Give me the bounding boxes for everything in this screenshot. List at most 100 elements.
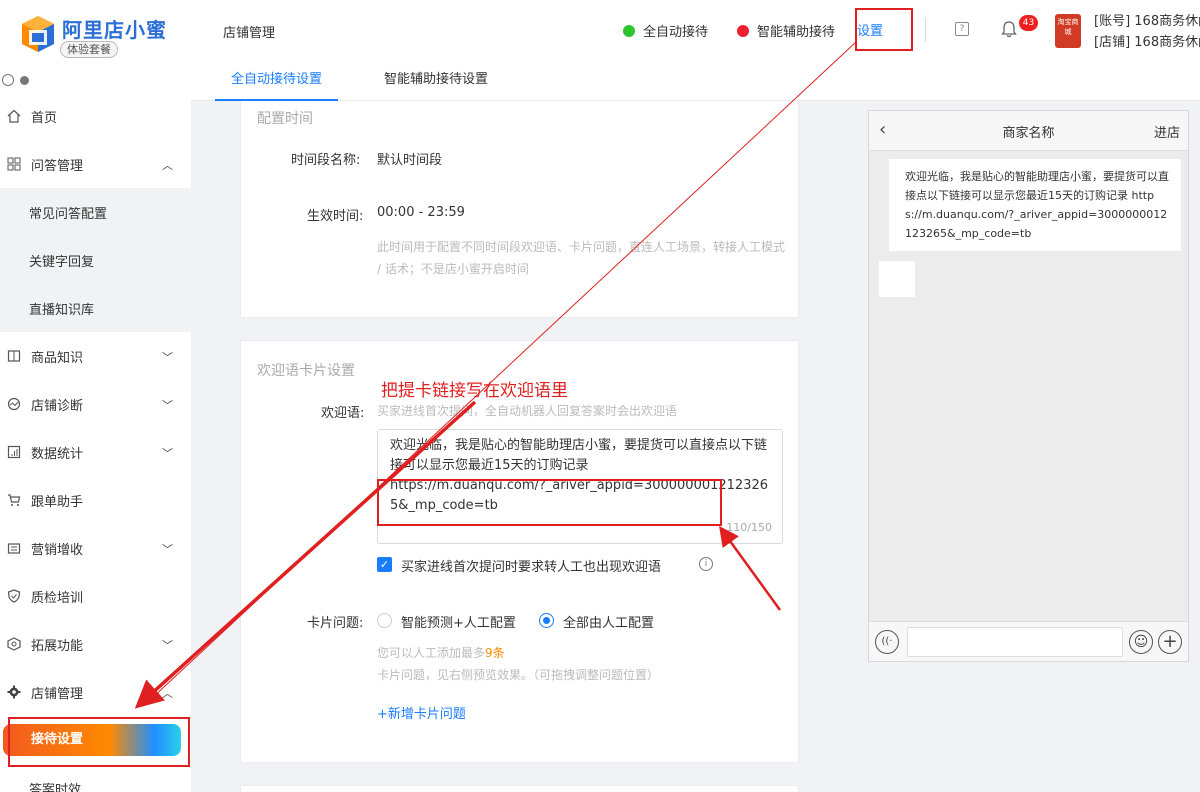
card-question-label: 卡片问题: bbox=[307, 616, 364, 631]
sidebar-item-label: 营销增收 bbox=[31, 542, 84, 558]
qa-icon bbox=[6, 156, 22, 172]
status-label: 全自动接待 bbox=[643, 25, 709, 40]
tab-auto-reception[interactable]: 全自动接待设置 bbox=[215, 60, 339, 101]
bell-icon[interactable] bbox=[1001, 20, 1017, 38]
status-label: 智能辅助接待 bbox=[757, 25, 836, 40]
dot-filled-icon[interactable] bbox=[20, 75, 29, 85]
red-status-icon bbox=[737, 24, 749, 37]
help-icon[interactable]: ? bbox=[955, 22, 969, 36]
chevron-down-icon: ﹀ bbox=[162, 543, 173, 556]
radio-all-manual[interactable] bbox=[539, 613, 554, 628]
info-icon[interactable]: i bbox=[699, 557, 713, 571]
plus-icon[interactable]: + bbox=[1158, 630, 1182, 654]
sidebar-item-label: 常见问答配置 bbox=[29, 206, 108, 222]
diagnosis-icon bbox=[6, 396, 22, 412]
card-hint-count: 9条 bbox=[485, 646, 505, 660]
sidebar-item-label: 首页 bbox=[31, 110, 58, 126]
chevron-down-icon: ﹀ bbox=[162, 639, 173, 652]
preview-message: 欢迎光临，我是贴心的智能助理店小蜜，要提货可以直接点以下链接可以显示您最近15天… bbox=[889, 159, 1181, 251]
sidebar-item-label: 拓展功能 bbox=[31, 638, 84, 654]
marketing-icon bbox=[6, 540, 22, 556]
sidebar-item-extensions[interactable]: 拓展功能 ﹀ bbox=[0, 620, 191, 668]
annotation-box-sidebar bbox=[8, 717, 190, 767]
notification-badge: 43 bbox=[1019, 15, 1038, 31]
tab-smart-reception[interactable]: 智能辅助接待设置 bbox=[368, 60, 504, 101]
sidebar: 阿里店小蜜 体验套餐 首页 问答管理 ︿ 常见问答配置 关键字回复 直播知识库 … bbox=[0, 0, 191, 792]
smart-reception-status[interactable]: 智能辅助接待 bbox=[737, 21, 835, 40]
chevron-down-icon: ﹀ bbox=[162, 399, 173, 412]
sidebar-item-label: 店铺诊断 bbox=[31, 398, 84, 414]
greeting-checkbox[interactable]: ✓ bbox=[377, 557, 392, 572]
radio-smart-predict[interactable] bbox=[377, 613, 392, 628]
sidebar-item-label: 关键字回复 bbox=[29, 254, 95, 270]
add-card-question-link[interactable]: +新增卡片问题 bbox=[377, 703, 466, 722]
time-hint: 此时间用于配置不同时间段欢迎语、卡片问题，直连人工场景，转接人工模式 / 话术；… bbox=[377, 240, 786, 276]
sidebar-item-answer-timeliness[interactable]: 答案时效 bbox=[0, 764, 191, 792]
auto-reception-status[interactable]: 全自动接待 bbox=[623, 21, 708, 40]
section-title: 配置时间 bbox=[257, 111, 313, 127]
account-info[interactable]: [账号] 168商务休闲 [店铺] 168商务休闲 bbox=[1094, 11, 1200, 53]
preview-header: ‹ 商家名称 进店 bbox=[869, 111, 1188, 151]
gear-icon bbox=[6, 684, 22, 700]
effective-time-label: 生效时间: bbox=[307, 209, 364, 224]
sidebar-item-order-assist[interactable]: 跟单助手 bbox=[0, 476, 191, 524]
voice-icon[interactable]: ((· bbox=[875, 630, 899, 654]
sidebar-item-keyword-reply[interactable]: 关键字回复 bbox=[0, 236, 191, 284]
top-header: 店铺管理 全自动接待 智能辅助接待 设置 ? 43 淘宝商城 [账号] 168商… bbox=[191, 0, 1200, 101]
sidebar-item-label: 答案时效 bbox=[29, 782, 82, 792]
sidebar-item-home[interactable]: 首页 bbox=[0, 92, 191, 140]
sidebar-item-label: 问答管理 bbox=[31, 158, 84, 174]
annotation-box-settings bbox=[855, 8, 913, 51]
time-config-card: 配置时间 时间段名称: 默认时间段 生效时间: 00:00 - 23:59 此时… bbox=[240, 101, 799, 318]
preview-card-placeholder bbox=[879, 261, 915, 297]
app-logo-icon bbox=[22, 16, 54, 52]
period-name-value: 默认时间段 bbox=[377, 153, 443, 168]
sidebar-item-qa[interactable]: 问答管理 ︿ bbox=[0, 140, 191, 188]
chat-preview: ‹ 商家名称 进店 欢迎光临，我是贴心的智能助理店小蜜，要提货可以直接点以下链接… bbox=[868, 110, 1189, 662]
sidebar-item-label: 店铺管理 bbox=[31, 686, 84, 702]
section-title: 欢迎语卡片设置 bbox=[257, 363, 355, 379]
tab-bar: 全自动接待设置 智能辅助接待设置 bbox=[215, 60, 534, 101]
sidebar-item-faq-config[interactable]: 常见问答配置 bbox=[0, 188, 191, 236]
greeting-hint: 买家进线首次提问，全自动机器人回复答案时会出欢迎语 bbox=[377, 404, 678, 418]
avatar[interactable]: 淘宝商城 bbox=[1055, 14, 1081, 48]
card-hint-post: 卡片问题，见右侧预览效果。（可拖拽调整问题位置） bbox=[377, 668, 660, 682]
chevron-down-icon: ﹀ bbox=[162, 447, 173, 460]
page-title: 店铺管理 bbox=[223, 26, 276, 41]
store-name: [店铺] 168商务休闲 bbox=[1094, 35, 1200, 50]
sidebar-item-stats[interactable]: 数据统计 ﹀ bbox=[0, 428, 191, 476]
radio-label[interactable]: 智能预测+人工配置 bbox=[401, 612, 516, 631]
card-hint-pre: 您可以人工添加最多 bbox=[377, 646, 486, 660]
sidebar-item-label: 直播知识库 bbox=[29, 302, 95, 318]
radio-label[interactable]: 全部由人工配置 bbox=[563, 612, 654, 631]
stats-icon bbox=[6, 444, 22, 460]
enter-shop-button[interactable]: 进店 bbox=[1154, 122, 1180, 141]
preview-title: 商家名称 bbox=[1002, 126, 1055, 141]
cart-icon bbox=[6, 492, 22, 508]
greeting-text: 欢迎光临，我是贴心的智能助理店小蜜，要提货可以直接点以下链接可以显示您最近15天… bbox=[390, 438, 768, 473]
sidebar-item-goods[interactable]: 商品知识 ﹀ bbox=[0, 332, 191, 380]
sidebar-item-label: 数据统计 bbox=[31, 446, 84, 462]
dot-empty-icon[interactable] bbox=[2, 74, 14, 86]
greeting-label: 欢迎语: bbox=[321, 406, 365, 421]
preview-input-bar: ((· ☺ + bbox=[869, 621, 1188, 661]
account-name: [账号] 168商务休闲 bbox=[1094, 14, 1200, 29]
emoji-icon[interactable]: ☺ bbox=[1129, 630, 1153, 654]
divider bbox=[925, 18, 926, 42]
sidebar-item-label: 跟单助手 bbox=[31, 494, 84, 510]
sidebar-item-store-management[interactable]: 店铺管理 ︿ bbox=[0, 668, 191, 716]
checkbox-label[interactable]: 买家进线首次提问时要求转人工也出现欢迎语 bbox=[401, 556, 661, 575]
chevron-up-icon: ︿ bbox=[162, 159, 173, 172]
sidebar-item-live-kb[interactable]: 直播知识库 bbox=[0, 284, 191, 332]
sidebar-item-label: 商品知识 bbox=[31, 350, 84, 366]
green-status-icon bbox=[623, 24, 635, 37]
goods-icon bbox=[6, 348, 22, 364]
shield-icon bbox=[6, 588, 22, 604]
sidebar-item-quality-training[interactable]: 质检培训 bbox=[0, 572, 191, 620]
preview-chat-input[interactable] bbox=[907, 627, 1123, 657]
char-counter: 110/150 bbox=[726, 521, 772, 534]
plan-badge: 体验套餐 bbox=[60, 41, 118, 58]
sidebar-item-marketing[interactable]: 营销增收 ﹀ bbox=[0, 524, 191, 572]
sidebar-item-diagnosis[interactable]: 店铺诊断 ﹀ bbox=[0, 380, 191, 428]
sidebar-dots[interactable] bbox=[2, 74, 29, 86]
